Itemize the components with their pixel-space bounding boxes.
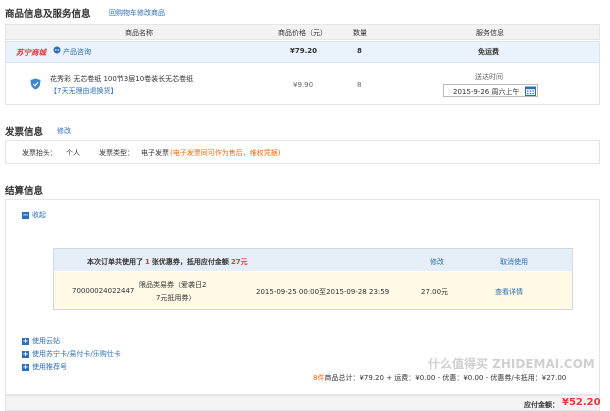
shipping-free-label: 免运费 — [478, 48, 499, 56]
invoice-type-label: 发票类型： — [99, 149, 134, 157]
coupon-total: ¥27.00 — [541, 374, 567, 382]
plus-icon: + — [22, 362, 29, 371]
coupon-value: 27.00元 — [421, 288, 449, 296]
store-logo: 苏宁商城 — [16, 48, 46, 57]
watermark-logo: 什么值得买 ZHIDEMAI.COM — [428, 357, 595, 371]
invoice-head-value: 个人 — [66, 149, 80, 157]
consult-icon — [53, 46, 61, 56]
invoice-head-label: 发票抬头： — [22, 149, 57, 157]
coupon-detail-link[interactable]: 查看详情 — [495, 287, 523, 297]
coupon-summary: 本次订单共使用了 1 张优惠券，抵用应付金额 27元 — [87, 258, 248, 266]
totals-line: 8件商品总计：¥79.20 + 运费：¥0.00 - 优惠：¥0.00 - 优惠… — [313, 374, 567, 382]
payable-amount: ¥52.20 — [562, 397, 601, 408]
coupon-validity: 2015-09-25 00:00至2015-09-28 23:59 — [256, 288, 390, 296]
coupon-cancel-link[interactable]: 取消使用 — [500, 257, 528, 267]
shipping-total: ¥0.00 — [415, 374, 436, 382]
shield-icon — [30, 78, 41, 92]
option-use-card[interactable]: + 使用苏宁卡/易付卡/乐购仕卡 — [22, 349, 121, 359]
coupon-name-line1: 限品类易券（爱袭日2 — [139, 281, 207, 289]
plus-icon: + — [22, 336, 29, 345]
option-use-referral[interactable]: + 使用推荐号 — [22, 362, 67, 372]
collapse-toggle[interactable]: − 收起 — [22, 210, 46, 220]
item-name-link[interactable]: 花秀彩 无芯卷纸 100节3层10卷装长无芯卷纸 — [50, 74, 193, 84]
coupon-edit-link[interactable]: 修改 — [430, 257, 444, 267]
payable-label: 应付金额： — [524, 401, 559, 409]
option-use-yunzuan[interactable]: + 使用云钻 — [22, 336, 60, 346]
collapse-label: 收起 — [32, 211, 46, 219]
minus-icon: − — [22, 210, 29, 219]
delivery-date-picker[interactable]: 2015-9-26 周六上午 — [443, 84, 538, 97]
store-subtotal: ¥79.20 — [290, 47, 318, 55]
goods-total: ¥79.20 — [359, 374, 384, 382]
invoice-type-note: (电子发票同可作为售后，维权凭据) — [170, 149, 281, 157]
coupon-amount: 27元 — [230, 258, 248, 266]
plus-icon: + — [22, 349, 29, 358]
goods-section-title: 商品信息及服务信息 — [5, 9, 91, 20]
coupon-code: 70000024022447 — [72, 287, 135, 295]
payable-bar — [5, 395, 600, 411]
item-qty: 8 — [357, 81, 362, 89]
store-qty: 8 — [357, 47, 362, 55]
discount-total: ¥0.00 — [463, 374, 484, 382]
invoice-box — [5, 140, 600, 164]
calendar-icon[interactable] — [525, 86, 536, 98]
col-qty: 数量 — [353, 29, 367, 37]
back-to-cart-link[interactable]: 回购物车修改商品 — [109, 8, 165, 18]
coupon-name-line2: 7元抵用券） — [156, 294, 196, 302]
col-product-name: 商品名称 — [125, 29, 153, 37]
delivery-date-value: 2015-9-26 周六上午 — [453, 88, 520, 96]
product-consult-link[interactable]: 产品咨询 — [63, 47, 91, 57]
return-policy-tag[interactable]: 【7天无理由退换货】 — [50, 86, 117, 96]
col-price: 商品价格（元） — [278, 29, 327, 37]
coupon-count: 1 — [145, 258, 150, 266]
total-count: 8件 — [313, 374, 325, 382]
delivery-time-label: 送达时间 — [475, 73, 503, 81]
settle-section-title: 结算信息 — [5, 186, 44, 197]
item-price: ¥9.90 — [293, 81, 314, 89]
invoice-edit-link[interactable]: 修改 — [57, 126, 71, 136]
invoice-type-value: 电子发票 — [141, 149, 169, 157]
invoice-section-title: 发票信息 — [5, 127, 44, 138]
col-service: 服务信息 — [476, 29, 504, 37]
